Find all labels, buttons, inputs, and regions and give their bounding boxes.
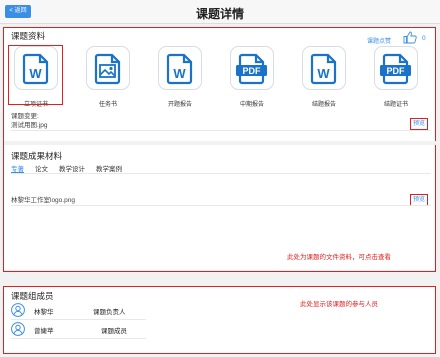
member-divider bbox=[11, 338, 146, 339]
change-file: 测试用图.jpg bbox=[11, 122, 48, 129]
pdf-doc-icon: PDF bbox=[374, 46, 418, 90]
materials-section-title: 课题资料 bbox=[11, 31, 46, 41]
like-count: 0 bbox=[422, 35, 426, 42]
member-name: 曾婕苹 bbox=[34, 328, 54, 335]
member-role: 课题负责人 bbox=[93, 309, 126, 316]
members-section-title: 课题组成员 bbox=[11, 291, 54, 301]
svg-text:PDF: PDF bbox=[243, 66, 262, 76]
section-gap bbox=[4, 141, 436, 145]
doc-midterm-report[interactable]: PDF 中期报告 bbox=[225, 46, 279, 108]
user-avatar-icon bbox=[11, 303, 25, 317]
results-tabs: 专著 论文 教学设计 教学案例 bbox=[11, 163, 122, 173]
doc-label: 结题证书 bbox=[383, 102, 408, 108]
doc-final-report[interactable]: W 结题报告 bbox=[297, 46, 351, 108]
members-annotation-note: 此处显示该课题的参与人员 bbox=[300, 301, 378, 308]
member-row[interactable]: 林黎华 课题负责人 bbox=[11, 302, 151, 319]
member-divider bbox=[11, 319, 146, 320]
page-title: 课题详情 bbox=[195, 7, 244, 21]
svg-text:W: W bbox=[317, 66, 330, 81]
pdf-doc-icon: PDF bbox=[230, 46, 274, 90]
highlight-first-doc bbox=[8, 45, 63, 105]
like-label: 课题点赞 bbox=[367, 39, 392, 45]
doc-label: 开题报告 bbox=[167, 102, 192, 108]
doc-label: 任务书 bbox=[98, 102, 117, 108]
doc-opening-report[interactable]: W 开题报告 bbox=[153, 46, 207, 108]
member-role: 课题成员 bbox=[101, 328, 127, 335]
doc-label: 结题报告 bbox=[311, 102, 336, 108]
word-doc-icon: W bbox=[158, 46, 202, 90]
tab-teaching-case[interactable]: 教学案例 bbox=[96, 163, 122, 173]
materials-annotation-note: 此处为课题的文件资料，可点击查看 bbox=[287, 254, 391, 261]
svg-text:W: W bbox=[173, 66, 186, 81]
materials-divider bbox=[11, 130, 431, 131]
member-name: 林黎华 bbox=[34, 309, 54, 316]
results-section-title: 课题成果材料 bbox=[11, 151, 63, 161]
doc-final-certificate[interactable]: PDF 结题证书 bbox=[369, 46, 423, 108]
thumbs-up-icon[interactable] bbox=[403, 31, 417, 44]
doc-task-book[interactable]: 任务书 bbox=[81, 46, 135, 108]
members-annotation-box bbox=[3, 286, 436, 354]
top-bar: < 返回 课题详情 bbox=[0, 0, 440, 24]
svg-text:PDF: PDF bbox=[387, 66, 406, 76]
tab-teaching-design[interactable]: 教学设计 bbox=[59, 163, 85, 173]
result-divider bbox=[11, 205, 431, 206]
user-avatar-icon bbox=[11, 322, 25, 336]
tab-paper[interactable]: 论文 bbox=[35, 163, 48, 173]
member-row[interactable]: 曾婕苹 课题成员 bbox=[11, 321, 151, 338]
word-doc-icon: W bbox=[302, 46, 346, 90]
image-doc-icon bbox=[86, 46, 130, 90]
result-file: 林黎华工作室logo.png bbox=[11, 197, 75, 204]
doc-label: 中期报告 bbox=[239, 102, 264, 108]
tabs-divider bbox=[11, 173, 431, 174]
preview-change-button[interactable]: 预览 bbox=[410, 118, 429, 130]
